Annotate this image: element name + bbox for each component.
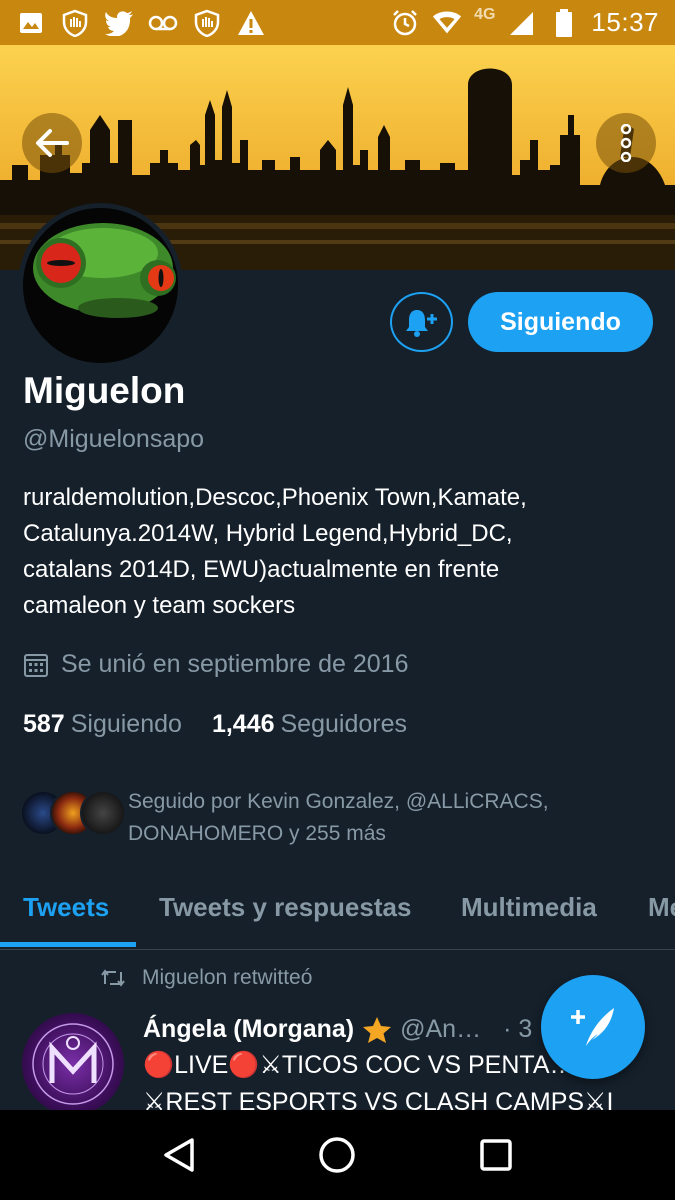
battery-icon (549, 8, 579, 38)
calendar-icon (24, 653, 48, 677)
tweet-text-line: 🔴LIVE🔴⚔TICOS COC VS PENTA… (143, 1051, 575, 1079)
tab-tweets[interactable]: Tweets (23, 892, 109, 923)
more-options-button[interactable] (596, 113, 656, 173)
following-button[interactable]: Siguiendo (468, 292, 653, 352)
bell-add-icon (405, 310, 437, 337)
nav-back-button[interactable] (149, 1125, 209, 1185)
compose-tweet-button[interactable] (541, 975, 645, 1079)
bio-line: Catalunya.2014W, Hybrid Legend,Hybrid_DC… (23, 520, 513, 547)
compose-feather-icon (571, 1008, 614, 1046)
tweet-author-handle: @An… (400, 1015, 482, 1043)
tweet-author-name[interactable]: Ángela (Morgana) (143, 1015, 354, 1044)
circle-home-icon (319, 1137, 356, 1173)
bio-line: ruraldemolution,Descoc,Phoenix Town,Kama… (23, 484, 527, 511)
more-vertical-icon (620, 124, 632, 162)
profile-tabs: Tweets Tweets y respuestas Multimedia Me (0, 880, 675, 950)
tab-likes[interactable]: Me (648, 892, 675, 923)
joined-date: Se unió en septiembre de 2016 (23, 650, 408, 679)
retweet-icon (101, 969, 125, 987)
shield-hand-icon (192, 8, 222, 38)
star-icon (363, 1016, 392, 1043)
followers-count-link[interactable]: 1,446 Seguidores (212, 710, 407, 739)
square-recents-icon (480, 1139, 512, 1171)
voicemail-icon (148, 8, 178, 38)
android-nav-bar (0, 1110, 675, 1200)
retweet-label: Miguelon retwitteó (142, 966, 313, 989)
alarm-icon (390, 8, 420, 38)
joined-label: Se unió en septiembre de 2016 (61, 650, 409, 678)
bio-line: catalans 2014D, EWU)actualmente en frent… (23, 556, 500, 583)
image-icon (16, 8, 46, 38)
followers-label: Seguidores (280, 710, 407, 738)
tweet-header: Ángela (Morgana) @An… · 3 (143, 1015, 532, 1044)
warning-icon (236, 8, 266, 38)
followers-count: 1,446 (211, 710, 275, 738)
profile-bio: ruraldemolution,Descoc,Phoenix Town,Kama… (23, 480, 653, 624)
avatar (80, 790, 126, 836)
followed-by-text: Seguido por Kevin Gonzalez, @ALLiCRACS, … (128, 786, 628, 850)
follower-avatars (20, 786, 126, 836)
retweet-indicator: Miguelon retwitteó (100, 966, 312, 990)
followed-by-line: DONAHOMERO y 255 más (128, 822, 386, 845)
profile-avatar[interactable] (18, 203, 183, 368)
followed-by[interactable]: Seguido por Kevin Gonzalez, @ALLiCRACS, … (20, 786, 628, 850)
profile-handle: @Miguelonsapo (23, 425, 205, 453)
followed-by-line: Seguido por Kevin Gonzalez, @ALLiCRACS, (128, 790, 549, 813)
signal-icon (507, 8, 537, 38)
nav-recents-button[interactable] (466, 1125, 526, 1185)
follow-stats: 587 Siguiendo 1,446 Seguidores (23, 710, 407, 739)
shield-hand-icon (60, 8, 90, 38)
tweet-time: · 3 (503, 1015, 533, 1043)
clock: 15:37 (591, 7, 659, 37)
nav-home-button[interactable] (307, 1125, 367, 1185)
frog-avatar-image (23, 208, 178, 363)
arrow-left-icon (36, 129, 69, 157)
wifi-icon (432, 8, 462, 38)
twitter-bird-icon (104, 8, 134, 38)
active-tab-indicator (0, 942, 136, 947)
triangle-back-icon (164, 1138, 194, 1172)
notifications-button[interactable] (390, 292, 453, 352)
following-label: Siguiendo (70, 710, 182, 738)
tab-tweets-replies[interactable]: Tweets y respuestas (159, 892, 411, 923)
following-count-link[interactable]: 587 Siguiendo (23, 710, 182, 739)
tweet-author-avatar[interactable] (22, 1013, 124, 1115)
following-count: 587 (23, 710, 65, 738)
bio-line: camaleon y team sockers (23, 592, 296, 619)
morgana-logo-image (32, 1023, 114, 1105)
back-button[interactable] (22, 113, 82, 173)
profile-name: Miguelon (23, 370, 186, 411)
tab-media[interactable]: Multimedia (461, 892, 597, 923)
status-bar: 4G 15:37 (0, 0, 675, 45)
network-type: 4G (474, 5, 496, 23)
